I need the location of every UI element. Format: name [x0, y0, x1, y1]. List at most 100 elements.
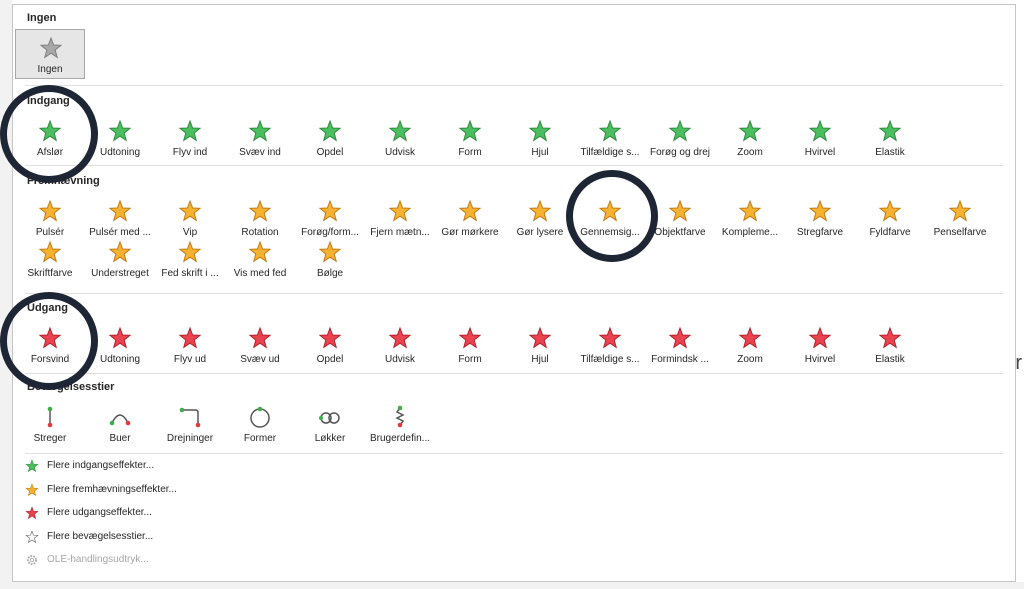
effect-label: Form: [458, 354, 482, 365]
exit-effect-form[interactable]: Form: [435, 320, 505, 370]
motion-path-icon: [250, 406, 270, 428]
red-star-icon: [738, 326, 762, 349]
green-star-icon: [38, 119, 62, 142]
entrance-effect-forøg-og-drej[interactable]: Forøg og drej: [645, 113, 715, 163]
effect-label: Hvirvel: [804, 354, 836, 365]
emphasis-effect-kompleme[interactable]: Kompleme...: [715, 193, 785, 243]
entrance-effect-udvisk[interactable]: Udvisk: [365, 113, 435, 163]
entrance-effect-tilfældige-s[interactable]: Tilfældige s...: [575, 113, 645, 163]
entrance-effect-svæv-ind[interactable]: Svæv ind: [225, 113, 295, 163]
green-star-icon: [458, 119, 482, 142]
emphasis-effect-objektfarve[interactable]: Objektfarve: [645, 193, 715, 243]
effect-label: Form: [458, 147, 482, 158]
exit-effect-elastik[interactable]: Elastik: [855, 320, 925, 370]
entrance-effect-hjul[interactable]: Hjul: [505, 113, 575, 163]
exit-effect-zoom[interactable]: Zoom: [715, 320, 785, 370]
emphasis-effect-fed-skrift-i[interactable]: Fed skrift i ...: [155, 234, 225, 284]
motion-path-icon: [395, 405, 405, 428]
section-title-emphasis: Fremhævning: [27, 175, 100, 187]
effect-label: Løkker: [314, 433, 346, 444]
effect-label: Hjul: [531, 147, 549, 158]
motion-path-drejninger[interactable]: Drejninger: [155, 399, 225, 449]
green-star-icon: [598, 119, 622, 142]
effect-label: Formindsk ...: [651, 354, 709, 365]
menu-item-label: Flere udgangseffekter...: [47, 507, 152, 518]
emphasis-effect-vis-med-fed[interactable]: Vis med fed: [225, 234, 295, 284]
emphasis-effect-stregfarve[interactable]: Stregfarve: [785, 193, 855, 243]
effect-label: Hjul: [531, 354, 549, 365]
effect-label: Vis med fed: [233, 268, 287, 279]
emphasis-effect-understreget[interactable]: Understreget: [85, 234, 155, 284]
effect-label: Former: [243, 433, 277, 444]
emphasis-effect-penselfarve[interactable]: Penselfarve: [925, 193, 995, 243]
section-divider: [25, 165, 1003, 166]
exit-effect-udtoning[interactable]: Udtoning: [85, 320, 155, 370]
yellow-star-icon: [668, 199, 692, 222]
effect-label: Udtoning: [99, 147, 141, 158]
entrance-effect-afslør[interactable]: Afslør: [15, 113, 85, 163]
effect-none[interactable]: Ingen: [15, 29, 85, 79]
exit-effect-hjul[interactable]: Hjul: [505, 320, 575, 370]
effect-label: Buer: [109, 433, 131, 444]
effect-label: Bølge: [316, 268, 344, 279]
emphasis-effect-bølge[interactable]: Bølge: [295, 234, 365, 284]
gray-star-icon: [39, 36, 63, 59]
exit-effect-hvirvel[interactable]: Hvirvel: [785, 320, 855, 370]
effect-label: Streger: [33, 433, 67, 444]
effect-label: Udtoning: [99, 354, 141, 365]
exit-effect-forsvind[interactable]: Forsvind: [15, 320, 85, 370]
entrance-effect-flyv-ind[interactable]: Flyv ind: [155, 113, 225, 163]
motion-path-streger[interactable]: Streger: [15, 399, 85, 449]
entrance-effect-udtoning[interactable]: Udtoning: [85, 113, 155, 163]
green-star-icon: [388, 119, 412, 142]
green-star-icon: [668, 119, 692, 142]
green-star-icon: [878, 119, 902, 142]
entrance-effect-opdel[interactable]: Opdel: [295, 113, 365, 163]
effect-label: Flyv ud: [173, 354, 207, 365]
yellow-star-icon: [318, 199, 342, 222]
effect-label: Svæv ind: [239, 147, 281, 158]
green-star-icon: [318, 119, 342, 142]
motion-path-icon: [319, 412, 340, 424]
outline-star-icon: [25, 529, 39, 543]
effect-label: Tilfældige s...: [580, 147, 640, 158]
section-divider: [25, 453, 1003, 454]
menu-item-label: OLE-handlingsudtryk...: [47, 554, 149, 565]
red-star-icon: [598, 326, 622, 349]
entrance-effect-zoom[interactable]: Zoom: [715, 113, 785, 163]
exit-effect-udvisk[interactable]: Udvisk: [365, 320, 435, 370]
red-star-icon: [458, 326, 482, 349]
entrance-effect-hvirvel[interactable]: Hvirvel: [785, 113, 855, 163]
motion-path-former[interactable]: Former: [225, 399, 295, 449]
emphasis-effect-fyldfarve[interactable]: Fyldfarve: [855, 193, 925, 243]
emphasis-effect-gør-lysere[interactable]: Gør lysere: [505, 193, 575, 243]
entrance-effect-elastik[interactable]: Elastik: [855, 113, 925, 163]
motion-path-løkker[interactable]: Løkker: [295, 399, 365, 449]
emphasis-effect-gør-mørkere[interactable]: Gør mørkere: [435, 193, 505, 243]
exit-effect-formindsk[interactable]: Formindsk ...: [645, 320, 715, 370]
yellow-star-icon: [108, 199, 132, 222]
exit-effect-tilfældige-s[interactable]: Tilfældige s...: [575, 320, 645, 370]
red-star-icon: [178, 326, 202, 349]
exit-effect-svæv-ud[interactable]: Svæv ud: [225, 320, 295, 370]
emphasis-effect-fjern-mætn[interactable]: Fjern mætn...: [365, 193, 435, 243]
emphasis-effect-skriftfarve[interactable]: Skriftfarve: [15, 234, 85, 284]
menu-item-label: Flere indgangseffekter...: [47, 460, 155, 471]
red-star-icon: [38, 326, 62, 349]
exit-effect-flyv-ud[interactable]: Flyv ud: [155, 320, 225, 370]
red-star-icon: [108, 326, 132, 349]
effect-label: Ingen: [37, 64, 63, 75]
yellow-star-icon: [38, 199, 62, 222]
effect-label: Forøg og drej: [649, 147, 711, 158]
red-star-icon: [248, 326, 272, 349]
entrance-effect-form[interactable]: Form: [435, 113, 505, 163]
motion-path-buer[interactable]: Buer: [85, 399, 155, 449]
yellow-star-icon: [738, 199, 762, 222]
effect-label: Forsvind: [30, 354, 70, 365]
effect-label: Zoom: [737, 147, 763, 158]
emphasis-effect-gennemsig[interactable]: Gennemsig...: [575, 193, 645, 243]
effect-label: Fyldfarve: [869, 227, 911, 238]
section-title-motion-paths: Bevægelsesstier: [27, 381, 115, 393]
exit-effect-opdel[interactable]: Opdel: [295, 320, 365, 370]
motion-path-brugerdefin[interactable]: Brugerdefin...: [365, 399, 435, 449]
